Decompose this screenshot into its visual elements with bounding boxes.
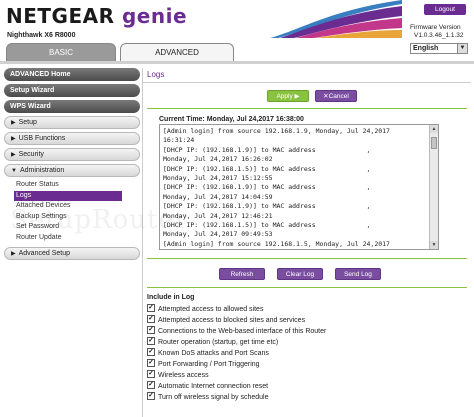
firmware-label: Firmware Version [410,24,461,31]
option-dos-attacks[interactable]: ✓ Known DoS attacks and Port Scans [147,348,269,360]
sidebar-section-label: Setup [18,119,37,126]
checkbox[interactable]: ✓ [147,337,155,346]
log-content: [Admin login] from source 192.168.1.9, M… [163,127,390,248]
sidebar-item-router-status[interactable]: Router Status [16,180,140,191]
logout-button[interactable]: Logout [424,4,466,15]
option-label: Turn off wireless signal by schedule [158,394,269,401]
decorative-swoosh [270,0,402,38]
option-label: Connections to the Web-based interface o… [158,328,327,335]
section-divider [147,108,467,109]
send-log-button[interactable]: Send Log [335,268,381,280]
router-model: Nighthawk X6 R8000 [7,32,76,39]
triangle-right-icon: ▶ [11,120,16,126]
sidebar-section-label: USB Functions [18,135,66,142]
scroll-thumb[interactable] [431,137,437,149]
sidebar-section-security[interactable]: ▶ Security [4,148,140,161]
tab-basic[interactable]: BASIC [6,43,116,62]
triangle-down-icon: ▼ [11,168,17,174]
clear-log-button[interactable]: Clear Log [277,268,323,280]
page-title: Logs [147,70,165,79]
option-label: Attempted access to blocked sites and se… [158,317,306,324]
option-wireless-access[interactable]: ✓ Wireless access [147,370,209,382]
brand-name: NETGEAR [6,4,115,28]
section-divider [147,287,467,288]
section-divider [147,258,467,259]
checkbox[interactable]: ✓ [147,315,155,324]
sidebar-item-backup-settings[interactable]: Backup Settings [16,212,140,223]
checkbox[interactable]: ✓ [147,392,155,401]
scroll-up-icon[interactable]: ▲ [430,125,438,133]
chevron-down-icon[interactable]: ▼ [457,44,467,53]
option-web-interface[interactable]: ✓ Connections to the Web-based interface … [147,326,327,338]
checkbox[interactable]: ✓ [147,348,155,357]
sidebar-item-router-update[interactable]: Router Update [16,233,140,244]
title-divider [143,82,471,83]
sidebar-section-usb-functions[interactable]: ▶ USB Functions [4,132,140,145]
firmware-version: V1.0.3.46_1.1.32 [414,32,464,39]
option-allowed-sites[interactable]: ✓ Attempted access to allowed sites [147,304,264,316]
option-router-operation[interactable]: ✓ Router operation (startup, get time etc… [147,337,279,349]
option-connection-reset[interactable]: ✓ Automatic Internet connection reset [147,381,269,393]
tab-divider [0,61,474,64]
scroll-down-icon[interactable]: ▼ [430,241,438,249]
tab-advanced[interactable]: ADVANCED [120,43,234,62]
sidebar-item-wps-wizard[interactable]: WPS Wizard [4,100,140,113]
log-scrollbar[interactable]: ▲ ▼ [429,125,438,249]
sidebar-item-set-password[interactable]: Set Password [16,222,140,233]
apply-button[interactable]: Apply ▶ [267,90,309,102]
sidebar-section-label: Administration [19,167,65,174]
sidebar-section-administration[interactable]: ▼ Administration [4,164,140,177]
checkbox[interactable]: ✓ [147,326,155,335]
administration-submenu: Router Status Logs Attached Devices Back… [4,180,140,243]
checkbox[interactable]: ✓ [147,304,155,313]
sidebar-section-label: Advanced Setup [18,250,70,257]
sidebar-item-advanced-home[interactable]: ADVANCED Home [4,68,140,81]
option-label: Wireless access [158,372,209,379]
option-blocked-sites[interactable]: ✓ Attempted access to blocked sites and s… [147,315,306,327]
sidebar-section-label: Security [18,151,44,158]
sidebar-item-attached-devices[interactable]: Attached Devices [16,201,140,212]
sidebar: ADVANCED Home Setup Wizard WPS Wizard ▶ S… [4,68,140,417]
sidebar-item-setup-wizard[interactable]: Setup Wizard [4,84,140,97]
refresh-button[interactable]: Refresh [219,268,265,280]
brand-suffix: genie [121,4,188,28]
main-panel: Logs Apply ▶ ✕Cancel Current Time: Monda… [142,68,471,417]
sidebar-section-advanced-setup[interactable]: ▶ Advanced Setup [4,247,140,260]
cancel-button[interactable]: ✕Cancel [315,90,357,102]
option-label: Attempted access to allowed sites [158,306,264,313]
current-time: Current Time: Monday, Jul 24,2017 16:38:… [159,116,304,123]
option-label: Known DoS attacks and Port Scans [158,350,269,357]
triangle-right-icon: ▶ [11,152,16,158]
netgear-logo: NETGEAR genie [6,4,187,28]
language-value: English [413,45,439,52]
option-port-forwarding[interactable]: ✓ Port Forwarding / Port Triggering [147,359,260,371]
triangle-right-icon: ▶ [11,136,16,142]
sidebar-section-setup[interactable]: ▶ Setup [4,116,140,129]
sidebar-item-logs[interactable]: Logs [14,190,122,201]
checkbox[interactable]: ✓ [147,381,155,390]
option-label: Automatic Internet connection reset [158,383,269,390]
option-wireless-schedule[interactable]: ✓ Turn off wireless signal by schedule [147,392,269,404]
option-label: Router operation (startup, get time etc) [158,339,279,346]
checkbox[interactable]: ✓ [147,370,155,379]
option-label: Port Forwarding / Port Triggering [158,361,260,368]
triangle-right-icon: ▶ [11,251,16,257]
log-textarea[interactable]: [Admin login] from source 192.168.1.9, M… [159,124,439,250]
language-select[interactable]: English ▼ [410,43,468,54]
include-in-log-heading: Include in Log [147,294,195,301]
checkbox[interactable]: ✓ [147,359,155,368]
